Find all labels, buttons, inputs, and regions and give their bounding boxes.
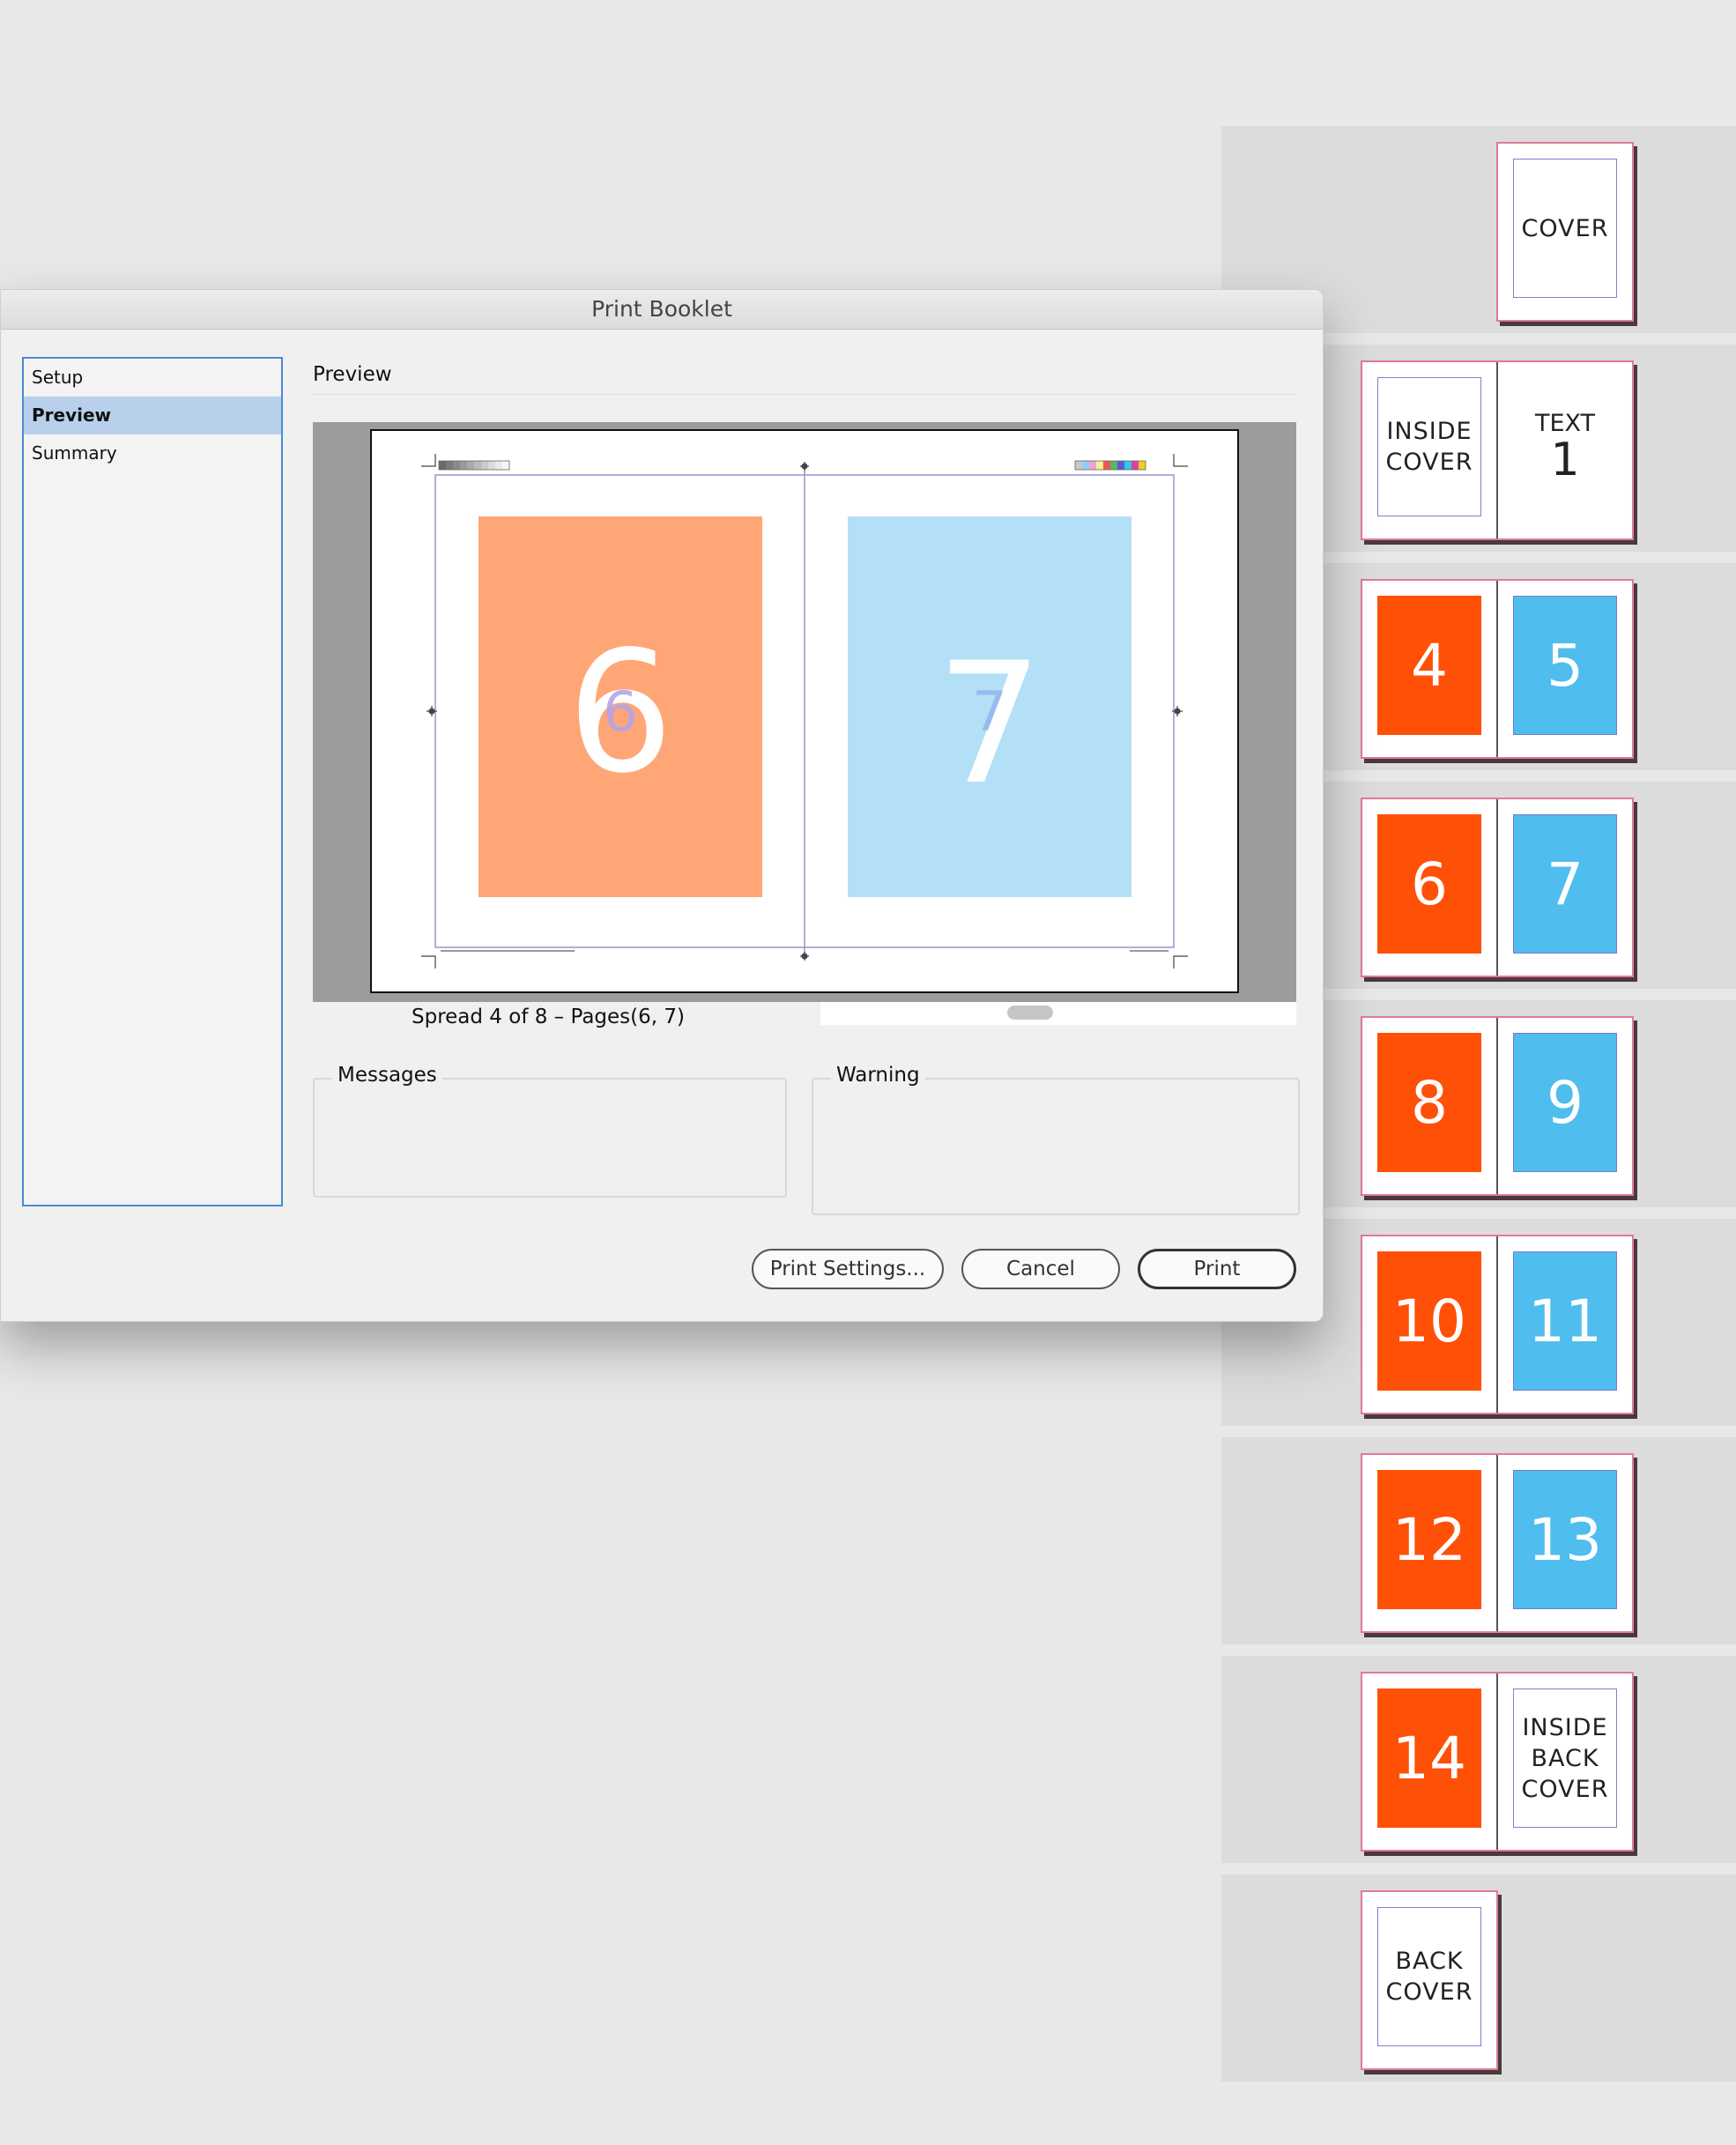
preview-area: 6 6 7 7 <box>313 422 1296 1002</box>
page-thumbnail-label: 11 <box>1513 1251 1617 1391</box>
page-thumbnail[interactable]: INSIDE COVER <box>1362 362 1496 538</box>
preview-scrollbar[interactable] <box>820 1002 1296 1025</box>
page-thumbnail-label: INSIDE BACK COVER <box>1513 1689 1617 1828</box>
page-thumbnail-label: COVER <box>1513 159 1617 298</box>
page-spread[interactable]: 12 13 <box>1361 1453 1634 1633</box>
page-spread[interactable]: 67 <box>1361 798 1634 977</box>
grayscale-bar <box>438 460 510 471</box>
page-thumbnail[interactable]: 9 <box>1496 1018 1632 1194</box>
color-bar <box>1074 460 1146 471</box>
preview-page-marker-right: 7 <box>972 679 1006 744</box>
page-spread[interactable]: 45 <box>1361 579 1634 759</box>
dialog-sidebar: Setup Preview Summary <box>22 357 283 1206</box>
cancel-button[interactable]: Cancel <box>961 1249 1120 1289</box>
page-spread-row: 12 13 <box>1221 1437 1736 1644</box>
page-thumbnail[interactable]: 13 <box>1496 1455 1632 1631</box>
print-button[interactable]: Print <box>1138 1249 1296 1289</box>
page-thumbnail[interactable]: 4 <box>1362 581 1496 757</box>
page-spread[interactable]: INSIDE COVER TEXT 1 <box>1361 360 1634 540</box>
page-thumbnail-label: 13 <box>1513 1470 1617 1609</box>
page-thumbnail[interactable]: BACK COVER <box>1362 1892 1496 2068</box>
page-thumbnail[interactable]: 14 <box>1362 1674 1496 1850</box>
page-thumbnail-label: 8 <box>1377 1033 1481 1172</box>
sidebar-item-preview[interactable]: Preview <box>24 397 281 434</box>
page-thumbnail-label: 6 <box>1377 814 1481 954</box>
page-thumbnail[interactable]: 12 <box>1362 1455 1496 1631</box>
print-settings-button[interactable]: Print Settings... <box>752 1249 944 1289</box>
dialog-title: Print Booklet <box>1 290 1323 330</box>
page-thumbnail-label: 14 <box>1377 1689 1481 1828</box>
page-thumbnail[interactable]: 5 <box>1496 581 1632 757</box>
page-thumbnail-label: 9 <box>1513 1033 1617 1172</box>
messages-box <box>313 1078 787 1198</box>
sidebar-item-summary[interactable]: Summary <box>24 434 281 472</box>
preview-sheet: 6 6 7 7 <box>370 429 1239 993</box>
page-thumbnail[interactable]: INSIDE BACK COVER <box>1496 1674 1632 1850</box>
preview-scroll-thumb[interactable] <box>1007 1006 1053 1020</box>
warning-label: Warning <box>831 1064 925 1087</box>
page-thumbnail[interactable]: 10 <box>1362 1236 1496 1413</box>
warning-box <box>812 1078 1300 1215</box>
page-thumbnail[interactable]: 11 <box>1496 1236 1632 1413</box>
page-spread-row: BACK COVER <box>1221 1874 1736 2082</box>
spread-preview: 6 6 7 7 <box>421 454 1188 969</box>
section-title: Preview <box>313 363 392 386</box>
sidebar-item-setup[interactable]: Setup <box>24 359 281 397</box>
spread-caption: Spread 4 of 8 – Pages(6, 7) <box>412 1006 685 1028</box>
page-thumbnail[interactable]: 8 <box>1362 1018 1496 1194</box>
page-thumbnail-label: 10 <box>1377 1251 1481 1391</box>
section-divider <box>313 394 1296 395</box>
page-spread[interactable]: COVER <box>1496 142 1634 322</box>
page-thumbnail-label: 7 <box>1513 814 1617 954</box>
page-spread[interactable]: 10 11 <box>1361 1235 1634 1414</box>
page-thumbnail-label: 12 <box>1377 1470 1481 1609</box>
page-thumbnail[interactable]: TEXT 1 <box>1496 362 1632 538</box>
preview-page-marker-left: 6 <box>603 679 637 744</box>
page-spread[interactable]: 89 <box>1361 1016 1634 1196</box>
page-spread[interactable]: BACK COVER <box>1361 1890 1498 2070</box>
print-booklet-dialog: Print Booklet Setup Preview Summary Prev… <box>0 289 1324 1322</box>
page-thumbnail[interactable]: 6 <box>1362 799 1496 976</box>
page-thumbnail-label: BACK COVER <box>1377 1907 1481 2046</box>
page-thumbnail[interactable]: 7 <box>1496 799 1632 976</box>
page-spread[interactable]: 14 INSIDE BACK COVER <box>1361 1672 1634 1852</box>
messages-label: Messages <box>332 1064 442 1087</box>
page-thumbnail-content: TEXT 1 <box>1513 377 1617 516</box>
page-thumbnail-label: 5 <box>1513 596 1617 735</box>
page-thumbnail-label: 4 <box>1377 596 1481 735</box>
page-thumbnail-label: INSIDE COVER <box>1377 377 1481 516</box>
page-spread-row: 14 INSIDE BACK COVER <box>1221 1656 1736 1863</box>
page-thumbnail[interactable]: COVER <box>1498 144 1632 320</box>
page-thumbnail-number: 1 <box>1550 434 1580 486</box>
